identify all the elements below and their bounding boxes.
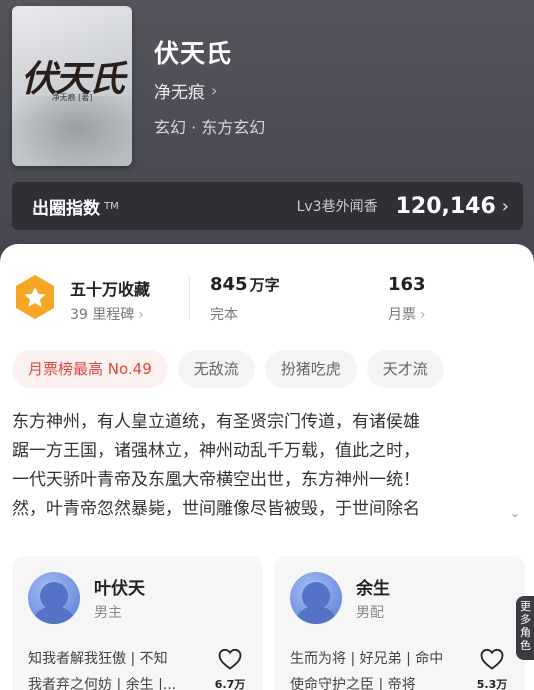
character-card[interactable]: 余生 男配 生而为将 | 好兄弟 | 命中 使命守护之臣 | 帝将 5.3万: [274, 556, 525, 690]
heart-icon: [218, 648, 242, 670]
word-count-unit: 万字: [249, 276, 280, 294]
collection-title: 五十万收藏: [70, 280, 151, 299]
description-line: 我者弃之何妨 | 余生 |...: [28, 677, 177, 690]
chevron-right-icon: ›: [211, 81, 218, 100]
author-link[interactable]: 净无痕 ›: [154, 78, 217, 103]
book-detail-card: 五十万收藏 39 里程碑 › 845 万字 完本 163 月票 › 月票榜最高 No.…: [0, 244, 534, 690]
avatar: [290, 572, 342, 624]
chevron-right-icon: ›: [138, 307, 144, 323]
tag-monthly-rank[interactable]: 月票榜最高 No.49: [12, 350, 168, 388]
character-role: 男主: [94, 605, 122, 621]
cover-author: 净无痕 [著]: [51, 93, 93, 102]
chevron-right-icon: ›: [420, 307, 426, 323]
milestone-link[interactable]: 39 里程碑 ›: [70, 304, 144, 324]
monthly-ticket-count: 163: [388, 274, 426, 295]
trademark-mark: TM: [104, 200, 119, 212]
synopsis-line: 然，叶青帝忽然暴毙，世间雕像尽皆被毁，于世间除名: [12, 499, 420, 519]
book-cover[interactable]: 伏天氏 净无痕 [著]: [12, 6, 132, 166]
chevron-right-icon: ›: [501, 195, 509, 217]
index-level: Lv3巷外闻香: [296, 199, 378, 215]
more-characters-tab[interactable]: 更多角色: [516, 596, 534, 660]
monthly-ticket-label: 月票: [388, 307, 416, 323]
cover-mist: [12, 96, 132, 166]
tag-item[interactable]: 扮猪吃虎: [264, 350, 357, 388]
tag-item[interactable]: 天才流: [366, 350, 444, 388]
like-button[interactable]: 6.7万: [213, 648, 247, 690]
description-line: 使命守护之臣 | 帝将: [290, 677, 416, 690]
character-name: 叶伏天: [94, 579, 145, 599]
character-description: 知我者解我狂傲 | 不知 我者弃之何妨 | 余生 |...: [28, 646, 198, 690]
synopsis-line: 踞一方王国，诸强林立，神州动乱千万载，值此之时，: [12, 441, 420, 461]
book-title: 伏天氏: [154, 39, 233, 68]
character-role: 男配: [356, 605, 384, 621]
book-genre: 玄幻 · 东方玄幻: [154, 118, 266, 137]
character-description: 生而为将 | 好兄弟 | 命中 使命守护之臣 | 帝将: [290, 646, 460, 690]
synopsis-line: 一代天骄叶青帝及东凰大帝横空出世，东方神州一统！: [12, 470, 420, 490]
word-count: 845 万字: [210, 274, 280, 295]
stats-divider: [189, 276, 190, 320]
index-label: 出圈指数: [32, 198, 100, 219]
author-name: 净无痕: [154, 83, 205, 103]
tag-item[interactable]: 无敌流: [177, 350, 255, 388]
like-count: 6.7万: [214, 678, 246, 690]
popularity-index-bar[interactable]: 出圈指数 TM Lv3巷外闻香 120,146 ›: [12, 182, 523, 230]
heart-icon: [480, 648, 504, 670]
stats-row: 五十万收藏 39 里程碑 › 845 万字 完本 163 月票 ›: [0, 266, 534, 336]
description-line: 知我者解我狂傲 | 不知: [28, 651, 168, 667]
like-count: 5.3万: [476, 678, 508, 690]
description-line: 生而为将 | 好兄弟 | 命中: [290, 651, 444, 667]
character-name: 余生: [356, 579, 390, 599]
synopsis-line: 东方神州，有人皇立道统，有圣贤宗门传道，有诸侯雄: [12, 412, 420, 432]
character-card[interactable]: 叶伏天 男主 知我者解我狂傲 | 不知 我者弃之何妨 | 余生 |... 6.7…: [12, 556, 263, 690]
book-header: 伏天氏 净无痕 [著] 伏天氏 净无痕 › 玄幻 · 东方玄幻 出圈指数 TM …: [0, 0, 534, 260]
avatar: [28, 572, 80, 624]
completion-status: 完本: [210, 307, 238, 323]
star-badge-icon: [16, 275, 54, 319]
like-button[interactable]: 5.3万: [475, 648, 509, 690]
tag-list: 月票榜最高 No.49 无敌流 扮猪吃虎 天才流: [12, 350, 444, 388]
synopsis[interactable]: 东方神州，有人皇立道统，有圣贤宗门传道，有诸侯雄 踞一方王国，诸强林立，神州动乱…: [12, 408, 524, 524]
milestone-text: 39 里程碑: [70, 307, 135, 323]
word-count-value: 845: [210, 274, 248, 295]
index-value: 120,146: [395, 193, 496, 219]
monthly-ticket-link[interactable]: 月票 ›: [388, 304, 426, 324]
chevron-down-icon[interactable]: ⌄: [506, 504, 524, 522]
